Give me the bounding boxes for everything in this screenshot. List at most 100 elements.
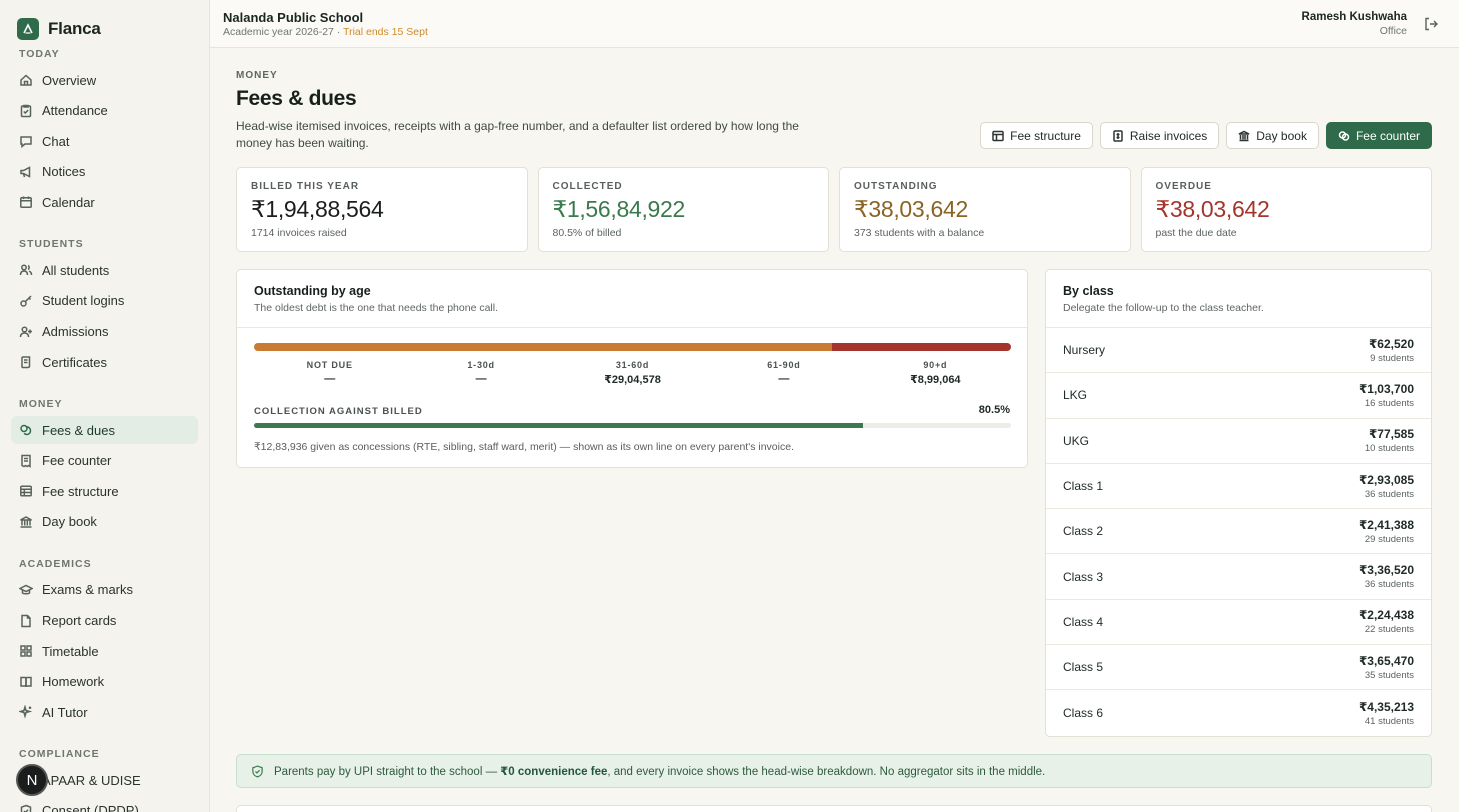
sidebar-item-ai-tutor[interactable]: AI Tutor — [11, 698, 198, 726]
sidebar-item-exams-and-marks[interactable]: Exams & marks — [11, 576, 198, 604]
aging-bar-segment-31-60d — [254, 343, 833, 351]
lower-panel — [236, 805, 1432, 812]
key-icon — [20, 295, 32, 307]
main-content: MONEY Fees & dues Head-wise itemised inv… — [236, 48, 1432, 812]
class-due: ₹4,35,213 41 students — [1359, 700, 1414, 727]
class-amount: ₹1,03,700 — [1358, 381, 1414, 396]
aging-bucket: 90+d ₹8,99,064 — [860, 360, 1011, 386]
sidebar: Flanca TODAY Overview Attendance Chat Notic… — [0, 0, 210, 812]
collection-progress-fill — [254, 423, 864, 428]
panel-title: By class — [1063, 284, 1114, 298]
logout-icon[interactable] — [1423, 16, 1439, 32]
nav-group-today: Overview Attendance Chat Notices Calendar — [0, 66, 209, 216]
class-student-count: 29 students — [1364, 533, 1414, 545]
trial-notice[interactable]: Trial ends 15 Sept — [343, 26, 428, 38]
stat-value: ₹1,56,84,922 — [552, 196, 686, 222]
stat-card-outstanding: OUTSTANDING ₹38,03,642 373 students with… — [839, 167, 1131, 252]
class-row[interactable]: Class 1 ₹2,93,085 36 students — [1046, 464, 1431, 510]
class-student-count: 36 students — [1364, 488, 1414, 500]
day-book-button[interactable]: Day book — [1226, 122, 1319, 149]
sidebar-item-admissions[interactable]: Admissions — [11, 318, 198, 346]
class-amount: ₹2,93,085 — [1358, 472, 1414, 487]
stat-card-collected: COLLECTED ₹1,56,84,922 80.5% of billed — [537, 167, 829, 252]
sidebar-item-fee-structure[interactable]: Fee structure — [11, 477, 198, 505]
sidebar-item-report-cards[interactable]: Report cards — [11, 607, 198, 635]
bucket-label: 90+d — [923, 360, 948, 370]
collection-percent: 80.5% — [978, 404, 1010, 416]
sidebar-item-fees-and-dues[interactable]: Fees & dues — [11, 416, 198, 445]
class-row[interactable]: UKG ₹77,585 10 students — [1046, 419, 1431, 464]
sidebar-item-label: Overview — [42, 72, 97, 88]
class-amount: ₹4,35,213 — [1358, 699, 1414, 714]
sidebar-item-overview[interactable]: Overview — [11, 66, 198, 94]
receipt-icon — [21, 454, 31, 468]
class-amount: ₹62,520 — [1368, 336, 1414, 351]
nav-section-academics: ACADEMICS — [19, 557, 92, 570]
class-student-count: 10 students — [1364, 443, 1414, 455]
sidebar-item-all-students[interactable]: All students — [11, 256, 198, 284]
raise-invoices-button[interactable]: Raise invoices — [1099, 122, 1220, 149]
sidebar-item-student-logins[interactable]: Student logins — [11, 287, 198, 315]
class-name: LKG — [1063, 388, 1088, 403]
aging-bucket: 61-90d — — [708, 360, 859, 386]
sidebar-item-notices[interactable]: Notices — [11, 158, 198, 186]
sidebar-item-label: Calendar — [42, 194, 95, 210]
nav-section-money: MONEY — [19, 398, 63, 411]
school-name: Nalanda Public School — [223, 10, 364, 25]
aging-bucket: NOT DUE — — [254, 360, 405, 386]
sidebar-item-homework[interactable]: Homework — [11, 668, 198, 696]
aging-stacked-bar — [254, 343, 1011, 351]
sidebar-item-chat[interactable]: Chat — [11, 127, 198, 155]
class-due: ₹2,41,388 29 students — [1359, 518, 1414, 545]
panel-title: Outstanding by age — [254, 284, 371, 298]
table-icon — [992, 130, 1004, 141]
coins-icon — [20, 424, 32, 436]
sidebar-item-label: Fees & dues — [42, 422, 115, 438]
sidebar-item-label: Attendance — [42, 103, 108, 119]
stat-value: ₹38,03,642 — [854, 196, 968, 222]
sidebar-item-certificates[interactable]: Certificates — [11, 348, 198, 376]
nav-section-today: TODAY — [19, 48, 60, 60]
sidebar-item-attendance[interactable]: Attendance — [11, 97, 198, 125]
class-row[interactable]: LKG ₹1,03,700 16 students — [1046, 373, 1431, 419]
aging-bucket: 1-30d — — [405, 360, 556, 386]
nav-section-students: STUDENTS — [19, 238, 84, 251]
sidebar-item-label: Admissions — [42, 324, 109, 340]
academic-year: Academic year 2026-27 · — [223, 26, 344, 38]
user-avatar[interactable]: N — [16, 764, 48, 796]
panel-subtitle: The oldest debt is the one that needs th… — [254, 302, 499, 314]
chat-icon — [20, 136, 32, 149]
nav-section-compliance: COMPLIANCE — [19, 748, 100, 761]
class-row[interactable]: Class 2 ₹2,41,388 29 students — [1046, 509, 1431, 555]
nav-group-students: All students Student logins Admissions Cert… — [0, 256, 209, 376]
sidebar-item-day-book[interactable]: Day book — [11, 508, 198, 536]
brand[interactable]: Flanca — [0, 0, 209, 44]
fee-structure-button[interactable]: Fee structure — [980, 122, 1093, 149]
day-book-label: Day book — [1256, 128, 1307, 143]
top-header: Nalanda Public School Academic year 2026… — [210, 0, 1459, 48]
grid-icon — [20, 645, 32, 657]
stat-subtext: past the due date — [1155, 227, 1237, 239]
class-row[interactable]: Class 6 ₹4,35,213 41 students — [1046, 690, 1431, 735]
sidebar-item-timetable[interactable]: Timetable — [11, 637, 198, 665]
class-due: ₹3,36,520 36 students — [1359, 563, 1414, 590]
class-list: Nursery ₹62,520 9 students LKG ₹1,03,700 16 s… — [1046, 328, 1431, 736]
sidebar-item-calendar[interactable]: Calendar — [11, 188, 198, 216]
sidebar-item-label: Timetable — [42, 643, 99, 659]
stat-cards: BILLED THIS YEAR ₹1,94,88,564 1714 invoi… — [236, 167, 1432, 252]
class-name: Class 3 — [1063, 569, 1104, 584]
bucket-label: 61-90d — [767, 360, 801, 370]
sidebar-item-consent-dpdp[interactable]: Consent (DPDP) — [11, 797, 198, 812]
class-row[interactable]: Class 3 ₹3,36,520 36 students — [1046, 554, 1431, 600]
fee-counter-button[interactable]: Fee counter — [1325, 122, 1432, 149]
class-row[interactable]: Class 5 ₹3,65,470 35 students — [1046, 645, 1431, 691]
aging-buckets: NOT DUE — 1-30d — 31-60d ₹29,04,578 61-90d —… — [254, 360, 1011, 386]
class-row[interactable]: Class 4 ₹2,24,438 22 students — [1046, 600, 1431, 646]
class-amount: ₹2,41,388 — [1358, 517, 1414, 532]
stat-value: ₹1,94,88,564 — [251, 196, 384, 222]
class-row[interactable]: Nursery ₹62,520 9 students — [1046, 328, 1431, 374]
class-due: ₹1,03,700 16 students — [1359, 382, 1414, 409]
sidebar-item-fee-counter[interactable]: Fee counter — [11, 447, 198, 475]
class-student-count: 41 students — [1364, 715, 1414, 727]
stat-label: BILLED THIS YEAR — [251, 181, 360, 192]
